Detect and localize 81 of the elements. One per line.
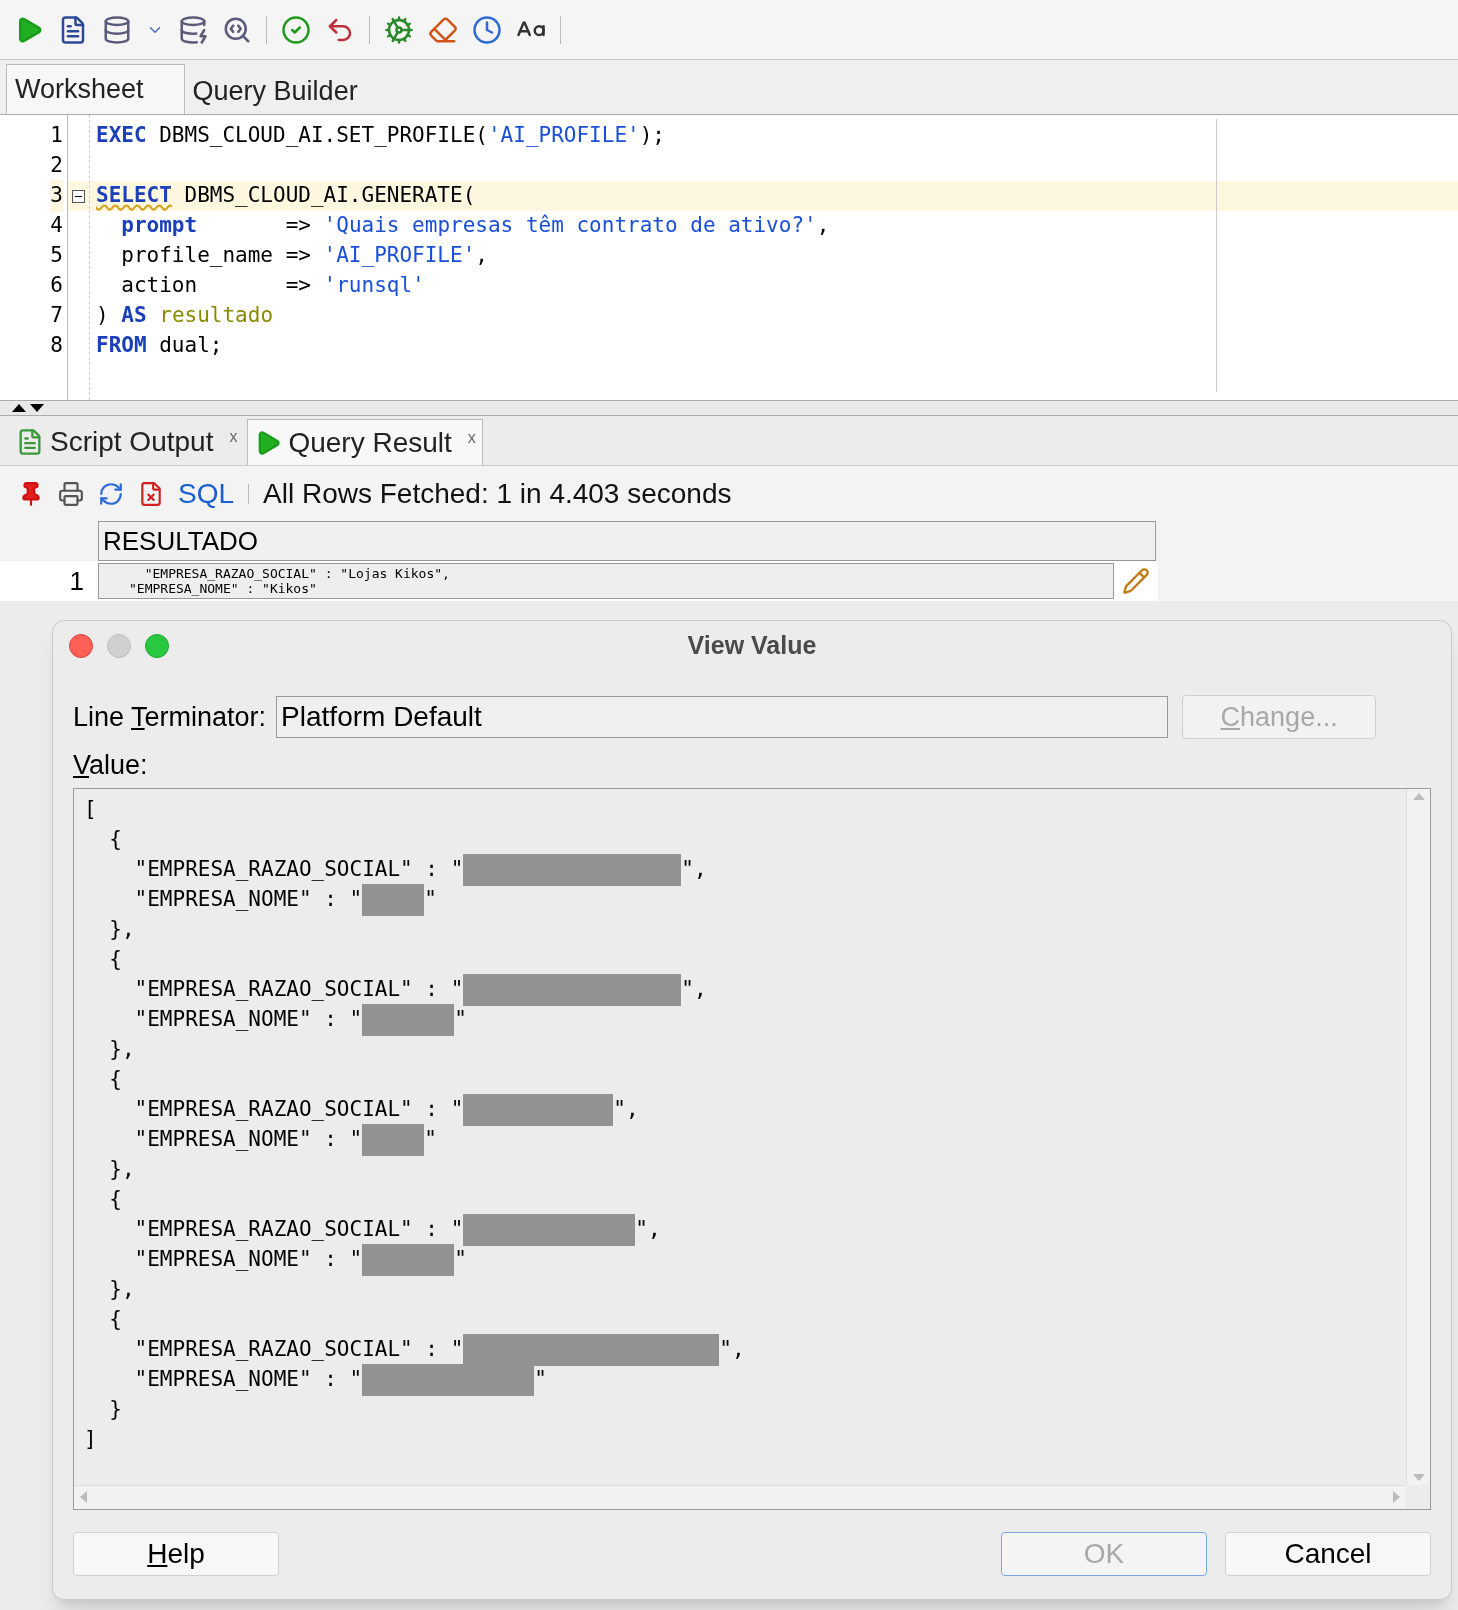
json-punctuation: ",: [635, 1215, 661, 1243]
clock-icon[interactable]: [472, 14, 502, 45]
json-line: ]: [84, 1425, 97, 1453]
json-line: },: [108, 915, 135, 943]
line-number: 4: [50, 212, 63, 240]
json-key: "EMPRESA_NOME" : ": [84, 1243, 363, 1276]
vertical-scrollbar[interactable]: [1406, 788, 1430, 1485]
result-tab[interactable]: Script Output x: [10, 419, 244, 465]
line-number: 6: [50, 272, 63, 300]
json-punctuation: ": [534, 1365, 547, 1393]
json-line: {: [108, 1185, 122, 1213]
line-number: 5: [50, 242, 63, 270]
json-key: "EMPRESA_RAZAO_SOCIAL" : ": [84, 1333, 464, 1366]
tab-close[interactable]: x: [467, 426, 476, 450]
json-key: "EMPRESA_RAZAO_SOCIAL" : ": [84, 1213, 464, 1246]
field-label: Line Terminator:: [73, 700, 267, 734]
code-line: profile_name => 'AI_PROFILE',: [120, 242, 489, 270]
line-number: 8: [50, 332, 63, 360]
json-key: "EMPRESA_RAZAO_SOCIAL" : ": [84, 973, 464, 1006]
fold-toggle-icon[interactable]: [72, 189, 85, 203]
json-line: {: [108, 945, 122, 973]
code-editor[interactable]: [0, 115, 1458, 400]
json-punctuation: ",: [681, 855, 707, 883]
json-key: "EMPRESA_RAZAO_SOCIAL" : ": [84, 1093, 464, 1126]
code-line: FROM dual;: [95, 332, 224, 360]
value-text-area[interactable]: [73, 787, 1431, 1510]
database-icon[interactable]: [102, 14, 132, 45]
cancel-button[interactable]: Cancel: [1225, 1531, 1431, 1576]
json-punctuation: ",: [613, 1095, 639, 1123]
json-line: [: [84, 795, 97, 823]
line-number: 1: [50, 122, 63, 150]
code-line: action => 'runsql': [120, 272, 426, 300]
json-line: {: [108, 1305, 122, 1333]
json-line: {: [108, 1065, 122, 1093]
json-key: "EMPRESA_RAZAO_SOCIAL" : ": [84, 853, 464, 886]
editor-tab[interactable]: Query Builder: [184, 68, 398, 114]
tab-label: Query Result: [288, 425, 452, 460]
gear-icon[interactable]: [384, 14, 414, 45]
line-terminator-field[interactable]: Platform Default: [276, 696, 1169, 738]
help-button[interactable]: Help: [73, 1531, 279, 1576]
column-header[interactable]: RESULTADO: [98, 521, 1156, 561]
line-number: 2: [50, 152, 63, 180]
json-punctuation: ": [454, 1005, 467, 1033]
json-line: }: [108, 1395, 122, 1423]
code-line: ) AS resultado: [95, 302, 275, 330]
tab-close[interactable]: x: [229, 425, 238, 449]
json-key: "EMPRESA_NOME" : ": [84, 1003, 363, 1036]
dialog-title: View Value: [687, 630, 817, 662]
json-line: {: [108, 825, 122, 853]
json-line: },: [108, 1155, 135, 1183]
delete-icon[interactable]: [138, 480, 164, 507]
line-number: 7: [50, 302, 63, 330]
json-punctuation: ": [424, 885, 437, 913]
fetch-status: All Rows Fetched: 1 in 4.403 seconds: [263, 476, 732, 511]
refresh-icon[interactable]: [98, 480, 124, 507]
row-number: 1: [68, 564, 85, 598]
json-line: },: [108, 1275, 135, 1303]
json-punctuation: ": [424, 1125, 437, 1153]
json-punctuation: ",: [681, 975, 707, 1003]
tab-label: Script Output: [50, 425, 214, 459]
close-window-icon[interactable]: [69, 634, 93, 658]
json-line: },: [108, 1035, 135, 1063]
table-cell[interactable]: "EMPRESA_RAZAO_SOCIAL" : "Lojas Kikos", "EMPRESA_NOME" : "Kikos": [98, 563, 1114, 599]
pencil-icon: [1122, 567, 1150, 595]
sql-link[interactable]: SQL: [178, 472, 235, 515]
line-number: 3: [50, 180, 63, 212]
json-punctuation: ": [454, 1245, 467, 1273]
printer-icon[interactable]: [58, 480, 84, 507]
editor-tab[interactable]: Worksheet: [6, 64, 185, 114]
json-key: "EMPRESA_NOME" : ": [84, 1363, 363, 1396]
json-key: "EMPRESA_NOME" : ": [84, 1123, 363, 1156]
code-line: EXEC DBMS_CLOUD_AI.SET_PROFILE('AI_PROFILE');: [95, 122, 666, 150]
code-line: prompt => 'Quais empresas têm contrato de ativo?',: [120, 212, 831, 240]
json-punctuation: ",: [719, 1335, 745, 1363]
value-label: Value:: [73, 749, 148, 782]
redaction-bar: [362, 883, 425, 916]
eraser-icon[interactable]: [428, 14, 458, 45]
result-tab[interactable]: Query Result x: [247, 419, 483, 465]
json-key: "EMPRESA_NOME" : ": [84, 883, 363, 916]
redaction-bar: [362, 1123, 425, 1156]
horizontal-scrollbar[interactable]: [74, 1484, 1406, 1509]
